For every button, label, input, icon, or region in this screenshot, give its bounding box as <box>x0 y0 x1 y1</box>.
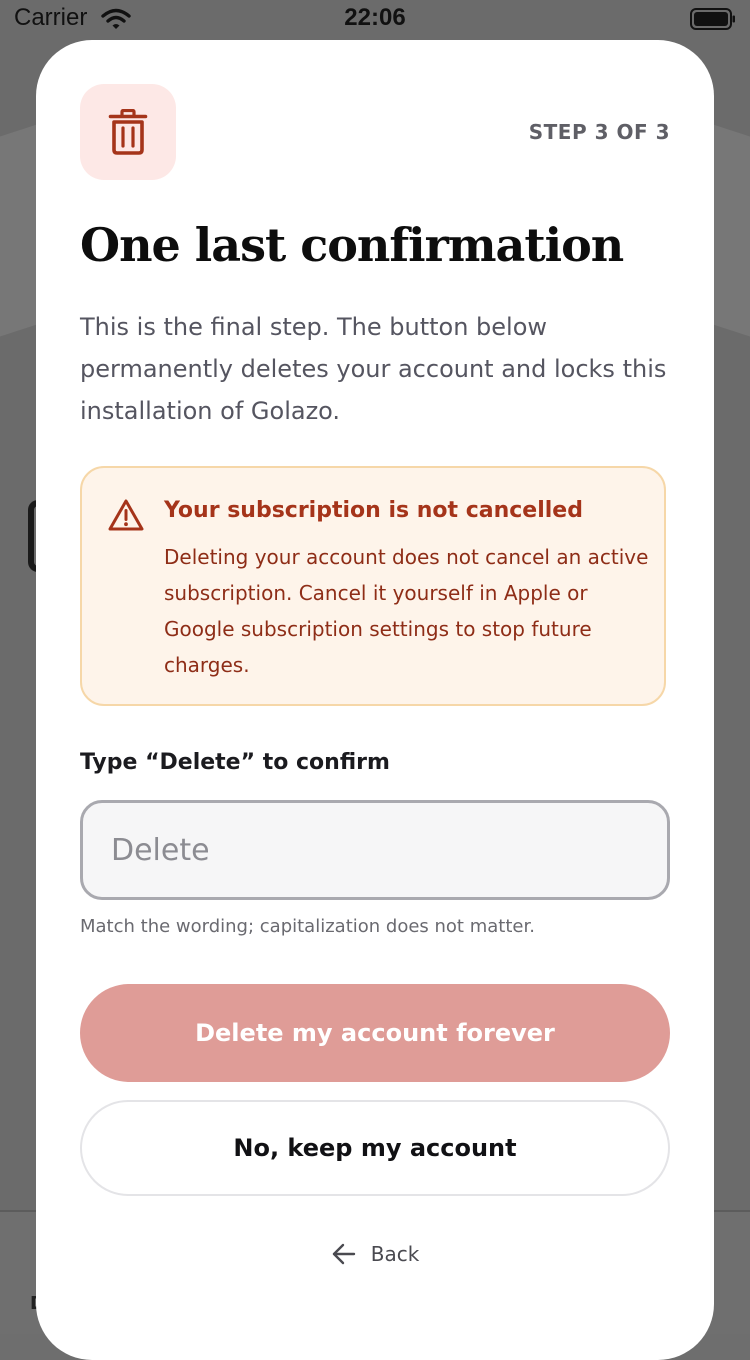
step-indicator: STEP 3 OF 3 <box>528 120 670 144</box>
intro-text: This is the final step. The button below… <box>80 313 667 425</box>
confirm-delete-input[interactable] <box>80 800 670 900</box>
warning-triangle-icon <box>108 499 144 531</box>
confirm-hint: Match the wording; capitalization does n… <box>80 916 535 937</box>
confirm-field-label: Type “Delete” to confirm <box>80 750 390 775</box>
battery-icon <box>690 8 735 30</box>
warning-title: Your subscription is not cancelled <box>164 498 583 523</box>
status-bar: Carrier 22:06 <box>0 0 750 40</box>
delete-account-button[interactable]: Delete my account forever <box>80 984 670 1082</box>
subscription-warning: Your subscription is not cancelled Delet… <box>80 466 666 706</box>
keep-account-button[interactable]: No, keep my account <box>80 1100 670 1196</box>
back-button[interactable]: Back <box>36 1230 714 1278</box>
arrow-left-icon <box>332 1243 355 1265</box>
back-label: Back <box>370 1242 420 1266</box>
delete-account-sheet: STEP 3 OF 3 One last confirmation This i… <box>36 40 714 1360</box>
trash-icon <box>108 109 148 155</box>
warning-body: Deleting your account does not cancel an… <box>164 545 649 677</box>
status-time: 22:06 <box>344 4 406 31</box>
trash-icon-tile <box>80 84 176 180</box>
sheet-title: One last confirmation <box>80 218 624 272</box>
